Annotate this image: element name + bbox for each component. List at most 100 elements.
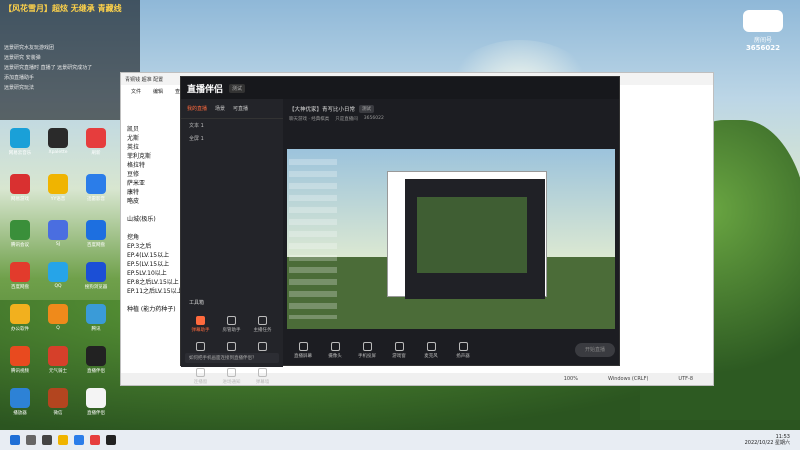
banner-line: 远景研究 安装弹 bbox=[4, 55, 41, 61]
scene-item[interactable]: 文本 1 bbox=[181, 119, 283, 132]
search-icon[interactable] bbox=[26, 435, 36, 445]
stream-preview[interactable] bbox=[287, 149, 615, 329]
browser-icon[interactable] bbox=[74, 435, 84, 445]
room-tags: 聊天游戏 · 经典棋类 只是直播间 3656022 bbox=[289, 116, 384, 122]
desktop-icon[interactable]: 播放器 bbox=[2, 388, 38, 416]
tool-entry-notice[interactable]: 进场通知 bbox=[216, 365, 247, 391]
folder-icon bbox=[10, 304, 30, 324]
desktop-icon[interactable]: 办公软件 bbox=[2, 304, 38, 332]
app-icon bbox=[48, 346, 68, 366]
app-icon bbox=[48, 220, 68, 240]
source-game[interactable]: 游戏窗 bbox=[385, 341, 413, 359]
desktop-icon[interactable]: 腾讯视频 bbox=[2, 346, 38, 374]
menu-file[interactable]: 文件 bbox=[131, 88, 141, 95]
tool-multi-window[interactable]: 连播窗 bbox=[185, 365, 216, 391]
speaker-icon bbox=[458, 341, 468, 351]
game-icon bbox=[394, 341, 404, 351]
app-icon bbox=[48, 174, 68, 194]
document-icon bbox=[86, 388, 106, 408]
desktop-icon[interactable]: SJ bbox=[40, 220, 76, 247]
app-titlebar: 直播伴侣 测试 bbox=[181, 77, 619, 99]
notepad-content[interactable]: 凯贝 尤斯 英拉 菲利克斯 格拉特 豆修 萨米亚 康特 略皮 山城(极乐) 挖角… bbox=[127, 125, 187, 314]
menu-edit[interactable]: 编辑 bbox=[153, 88, 163, 95]
app-icon bbox=[86, 174, 106, 194]
tab-my-live[interactable]: 我的直播 bbox=[187, 105, 207, 112]
desktop-icon[interactable]: 百度网盘 bbox=[78, 220, 114, 248]
tool-room-admin[interactable]: 房管助手 bbox=[216, 313, 247, 339]
desktop-icon[interactable]: QQ bbox=[40, 262, 76, 289]
source-screen[interactable]: 直播屏幕 bbox=[289, 341, 317, 359]
banner-line: 添加直播助手 bbox=[4, 75, 35, 81]
room-tag: 房间号 bbox=[753, 37, 772, 44]
start-live-button[interactable]: 开始直播 bbox=[575, 343, 615, 357]
desktop-icon[interactable]: 搜狗浏览器 bbox=[78, 262, 114, 290]
source-camera[interactable]: 摄像头 bbox=[321, 341, 349, 359]
scene-item[interactable]: 全屏 1 bbox=[181, 132, 283, 145]
preview-desktop-icons bbox=[289, 159, 337, 319]
room-header: 【大神优家】青写比小日常 测试 bbox=[283, 99, 621, 113]
window-icon bbox=[196, 368, 205, 377]
desktop-icon[interactable]: 元气骑士 bbox=[40, 346, 76, 374]
fans-icon bbox=[258, 342, 267, 351]
banner-line: 远景研究水友玩游戏团 bbox=[4, 45, 55, 51]
room-number: 3656022 bbox=[745, 44, 781, 52]
tool-barrage-wall[interactable]: 弹幕墙 bbox=[247, 365, 278, 391]
desktop-icon[interactable]: YY语音 bbox=[40, 174, 76, 202]
microphone-icon bbox=[426, 341, 436, 351]
danmaku-icon bbox=[196, 316, 205, 325]
app-icon[interactable] bbox=[90, 435, 100, 445]
source-bar: 直播屏幕 摄像头 手机投屏 游戏窗 麦克风 扬声器 开始直播 bbox=[283, 333, 621, 367]
desktop-icon[interactable]: 直播伴侣 bbox=[78, 388, 114, 416]
tool-task[interactable]: 主播任务 bbox=[247, 313, 278, 339]
app-icon bbox=[10, 174, 30, 194]
app-badge: 测试 bbox=[229, 83, 246, 93]
desktop-icon[interactable]: 腾讯会议 bbox=[2, 220, 38, 248]
app-icon bbox=[48, 262, 68, 282]
toolbox-heading: 工具箱 bbox=[189, 300, 205, 306]
folder-icon[interactable] bbox=[58, 435, 68, 445]
app-icon bbox=[10, 220, 30, 240]
app-icon bbox=[48, 388, 68, 408]
source-mic[interactable]: 麦克风 bbox=[417, 341, 445, 359]
source-phone[interactable]: 手机投屏 bbox=[353, 341, 381, 359]
app-icon bbox=[86, 220, 106, 240]
phone-connect-hint[interactable]: 如何把手机画面连接到直播伴侣？ bbox=[185, 353, 279, 363]
desktop-icon[interactable]: 腾讯 bbox=[78, 304, 114, 332]
notice-icon bbox=[227, 368, 236, 377]
desktop-icon[interactable]: 网易云音乐 bbox=[2, 128, 38, 156]
desktop-icon[interactable]: Xpalette bbox=[40, 128, 76, 155]
room-title[interactable]: 【大神优家】青写比小日常 bbox=[289, 105, 355, 113]
toolbox: 弹幕助手 房管助手 主播任务 弹幕 送入直播 粉丝助手 连播窗 进场通知 弹幕墙 bbox=[185, 313, 279, 391]
app-icon bbox=[48, 128, 68, 148]
source-speaker[interactable]: 扬声器 bbox=[449, 341, 477, 359]
banner-line: 远景研究直播时 直播了 远景研究成功了 bbox=[4, 65, 93, 71]
desktop-icon[interactable]: 百度网盘 bbox=[2, 262, 38, 290]
app-icon bbox=[86, 262, 106, 282]
camera-icon bbox=[330, 341, 340, 351]
app-icon bbox=[48, 304, 68, 324]
task-view-icon[interactable] bbox=[42, 435, 52, 445]
tool-danmaku[interactable]: 弹幕助手 bbox=[185, 313, 216, 339]
start-icon[interactable] bbox=[10, 435, 20, 445]
task-icon bbox=[258, 316, 267, 325]
sidebar-tabs: 我的直播 场景 可直播 bbox=[181, 99, 283, 119]
desktop-icon[interactable]: 微信 bbox=[40, 388, 76, 416]
tab-available[interactable]: 可直播 bbox=[233, 105, 248, 112]
live-app-icon[interactable] bbox=[106, 435, 116, 445]
stream-banner: 【风花雪月】超炫 无继承 青藏线 远景研究水友玩游戏团 远景研究 安装弹 远景研… bbox=[0, 0, 140, 120]
app-icon bbox=[10, 388, 30, 408]
desktop-icon[interactable]: 网易游戏 bbox=[2, 174, 38, 202]
desktop-icon[interactable]: Q bbox=[40, 304, 76, 331]
desktop-icon[interactable]: 直播伴侣 bbox=[78, 346, 114, 374]
system-clock[interactable]: 11:53 2022/10/22 星期六 bbox=[745, 434, 790, 446]
cat-logo-icon bbox=[743, 10, 783, 32]
app-sidebar: 我的直播 场景 可直播 文本 1 全屏 1 工具箱 弹幕助手 房管助手 主播任务… bbox=[181, 99, 283, 385]
tab-scenes[interactable]: 场景 bbox=[215, 105, 225, 112]
app-name: 直播伴侣 bbox=[187, 84, 224, 95]
send-icon bbox=[227, 342, 236, 351]
desktop-icon[interactable]: 刷新 bbox=[78, 128, 114, 156]
desktop-icon[interactable]: 迅雷影音 bbox=[78, 174, 114, 202]
barrage-icon bbox=[196, 342, 205, 351]
monitor-icon bbox=[298, 341, 308, 351]
banner-line: 远景研究玩法 bbox=[4, 85, 35, 91]
